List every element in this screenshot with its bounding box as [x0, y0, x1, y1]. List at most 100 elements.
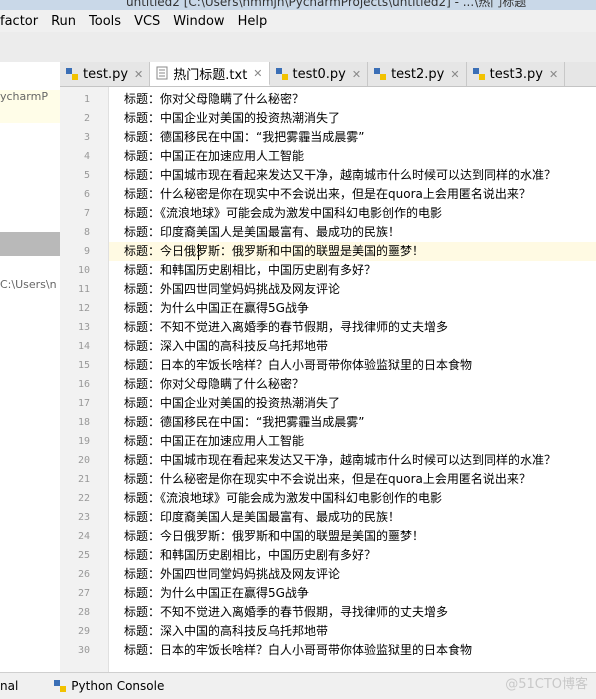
editor-line[interactable]: 6 标题：什么秘密是你在现实中不会说出来，但是在quora上会用匿名说出来？ [84, 185, 596, 204]
line-number: 8 [83, 227, 90, 238]
tab-label: 热门标题.txt [173, 67, 248, 83]
tab-test-py[interactable]: test.py ✕ [60, 62, 151, 86]
line-number: 26 [77, 569, 90, 580]
sidebar-path-label: C:\Users\n [0, 278, 57, 291]
close-icon[interactable]: ✕ [134, 68, 143, 81]
line-text: 标题：中国企业对美国的投资热潮消失了 [124, 396, 341, 410]
editor-line[interactable]: 23 标题：印度裔美国人是美国最富有、最成功的民族！ [78, 508, 596, 527]
line-text: 标题：中国企业对美国的投资热潮消失了 [124, 111, 341, 125]
editor-line[interactable]: 8 标题：印度裔美国人是美国最富有、最成功的民族！ [84, 223, 596, 242]
editor-line[interactable]: 7 标题：《流浪地球》可能会成为激发中国科幻电影创作的电影 [84, 204, 596, 223]
menu-tools[interactable]: Tools [89, 14, 121, 29]
editor-line[interactable]: 17 标题：中国企业对美国的投资热潮消失了 [78, 394, 596, 413]
line-text: 标题：今日俄罗斯：俄罗斯和中国的联盟是美国的噩梦！ [124, 529, 425, 543]
python-file-icon [472, 68, 485, 80]
line-number: 5 [83, 170, 90, 181]
line-number: 4 [83, 151, 90, 162]
close-icon[interactable]: ✕ [549, 68, 558, 81]
line-text: 标题：中国城市现在看起来发达又干净，越南城市什么时候可以达到同样的水准？ [124, 168, 557, 182]
sidebar-selected-row[interactable] [0, 232, 60, 256]
python-console-tab[interactable]: Python Console [54, 679, 164, 693]
editor-line[interactable]: 21 标题：什么秘密是你在现实中不会说出来，但是在quora上会用匿名说出来？ [78, 470, 596, 489]
python-console-icon [54, 680, 67, 692]
editor-line[interactable]: 5 标题：中国城市现在看起来发达又干净，越南城市什么时候可以达到同样的水准？ [84, 166, 596, 185]
tab-label: test2.py [391, 66, 445, 82]
line-text: 标题：和韩国历史剧相比，中国历史剧有多好？ [124, 548, 377, 562]
menu-run[interactable]: Run [51, 14, 76, 29]
line-text: 标题：为什么中国正在赢得5G战争 [124, 301, 309, 315]
line-number: 17 [77, 398, 90, 409]
text-editor[interactable]: 1 标题：你对父母隐瞒了什么秘密？ 2 标题：中国企业对美国的投资热潮消失了 3 标题：德… [78, 87, 596, 672]
editor-line[interactable]: 3 标题：德国移民在中国：“我把雾霾当成晨雾” [84, 128, 596, 147]
editor-line[interactable]: 14 标题：深入中国的高科技反乌托邦地带 [78, 337, 596, 356]
python-file-icon [66, 68, 78, 80]
editor-line[interactable]: 15 标题：日本的牢饭长啥样？白人小哥哥带你体验监狱里的日本食物 [78, 356, 596, 375]
line-text: 标题：《流浪地球》可能会成为激发中国科幻电影创作的电影 [124, 491, 443, 505]
terminal-tab[interactable]: nal [0, 679, 18, 693]
editor-line[interactable]: 11 标题：外国四世同堂妈妈挑战及网友评论 [78, 280, 596, 299]
line-number: 25 [77, 550, 90, 561]
line-number: 22 [77, 493, 90, 504]
editor-tabs: test.py ✕ 热门标题.txt ✕ test0.py ✕ test2.py… [60, 62, 596, 87]
line-number: 12 [77, 303, 90, 314]
line-number: 21 [77, 474, 90, 485]
python-file-icon [374, 68, 387, 80]
tab-test0-py[interactable]: test0.py ✕ [270, 62, 369, 86]
line-text: 标题：和韩国历史剧相比，中国历史剧有多好？ [124, 263, 377, 277]
editor-line[interactable]: 10 标题：和韩国历史剧相比，中国历史剧有多好？ [78, 261, 596, 280]
close-icon[interactable]: ✕ [253, 67, 262, 80]
line-number: 24 [77, 531, 90, 542]
editor-line[interactable]: 4 标题：中国正在加速应用人工智能 [84, 147, 596, 166]
editor-line[interactable]: 27 标题：为什么中国正在赢得5G战争 [78, 584, 596, 603]
editor-line[interactable]: 26 标题：外国四世同堂妈妈挑战及网友评论 [78, 565, 596, 584]
line-text: 标题：什么秘密是你在现实中不会说出来，但是在quora上会用匿名说出来？ [124, 187, 531, 201]
close-icon[interactable]: ✕ [450, 68, 459, 81]
menu-bar: factor Run Tools VCS Window Help [0, 10, 596, 32]
line-number: 29 [77, 626, 90, 637]
line-text: 标题：外国四世同堂妈妈挑战及网友评论 [124, 282, 341, 296]
editor-line[interactable]: 30 标题：日本的牢饭长啥样？白人小哥哥带你体验监狱里的日本食物 [78, 641, 596, 660]
editor-line[interactable]: 24 标题：今日俄罗斯：俄罗斯和中国的联盟是美国的噩梦！ [78, 527, 596, 546]
line-number: 20 [77, 455, 90, 466]
line-number: 9 [83, 246, 90, 257]
line-text: 标题：深入中国的高科技反乌托邦地带 [124, 339, 329, 353]
line-text: 标题：为什么中国正在赢得5G战争 [124, 586, 309, 600]
sidebar-project-label[interactable]: ycharmP [0, 90, 48, 103]
line-number: 16 [77, 379, 90, 390]
menu-window[interactable]: Window [173, 14, 224, 29]
editor-line[interactable]: 29 标题：深入中国的高科技反乌托邦地带 [78, 622, 596, 641]
menu-vcs[interactable]: VCS [134, 14, 160, 29]
tab-test3-py[interactable]: test3.py ✕ [467, 62, 566, 86]
line-text: 标题：深入中国的高科技反乌托邦地带 [124, 624, 329, 638]
tab-test2-py[interactable]: test2.py ✕ [368, 62, 467, 86]
editor-line[interactable]: 22 标题：《流浪地球》可能会成为激发中国科幻电影创作的电影 [78, 489, 596, 508]
line-text: 标题：今日俄罗斯：俄罗斯和中国的联盟是美国的噩梦！ [124, 244, 425, 258]
editor-line[interactable]: 9 标题：今日俄罗斯：俄罗斯和中国的联盟是美国的噩梦！ [84, 242, 596, 261]
editor-line[interactable]: 28 标题：不知不觉进入离婚季的春节假期，寻找律师的丈夫增多 [78, 603, 596, 622]
python-console-label: Python Console [71, 679, 165, 693]
window-title-bar: untitled2 [C:\Users\hmmjn\PycharmProject… [0, 0, 596, 10]
line-text: 标题：德国移民在中国：“我把雾霾当成晨雾” [124, 130, 365, 144]
editor-line[interactable]: 13 标题：不知不觉进入离婚季的春节假期，寻找律师的丈夫增多 [78, 318, 596, 337]
menu-refactor[interactable]: factor [0, 14, 38, 29]
line-number: 28 [77, 607, 90, 618]
editor-line[interactable]: 20 标题：中国城市现在看起来发达又干净，越南城市什么时候可以达到同样的水准？ [78, 451, 596, 470]
editor-line[interactable]: 12 标题：为什么中国正在赢得5G战争 [78, 299, 596, 318]
editor-line[interactable]: 16 标题：你对父母隐瞒了什么秘密？ [78, 375, 596, 394]
tab-hot-titles-txt[interactable]: 热门标题.txt ✕ [150, 62, 270, 86]
editor-line[interactable]: 19 标题：中国正在加速应用人工智能 [78, 432, 596, 451]
line-number: 13 [77, 322, 90, 333]
menu-help[interactable]: Help [238, 14, 268, 29]
line-number: 10 [77, 265, 90, 276]
line-text: 标题：什么秘密是你在现实中不会说出来，但是在quora上会用匿名说出来？ [124, 472, 531, 486]
line-number: 30 [77, 645, 90, 656]
line-text: 标题：不知不觉进入离婚季的春节假期，寻找律师的丈夫增多 [124, 320, 449, 334]
close-icon[interactable]: ✕ [352, 68, 361, 81]
line-text: 标题：中国正在加速应用人工智能 [124, 434, 305, 448]
editor-line[interactable]: 1 标题：你对父母隐瞒了什么秘密？ [84, 90, 596, 109]
tab-label: test.py [83, 66, 129, 82]
toolbar-area [0, 32, 596, 62]
editor-line[interactable]: 25 标题：和韩国历史剧相比，中国历史剧有多好？ [78, 546, 596, 565]
editor-line[interactable]: 18 标题：德国移民在中国：“我把雾霾当成晨雾” [78, 413, 596, 432]
editor-line[interactable]: 2 标题：中国企业对美国的投资热潮消失了 [84, 109, 596, 128]
